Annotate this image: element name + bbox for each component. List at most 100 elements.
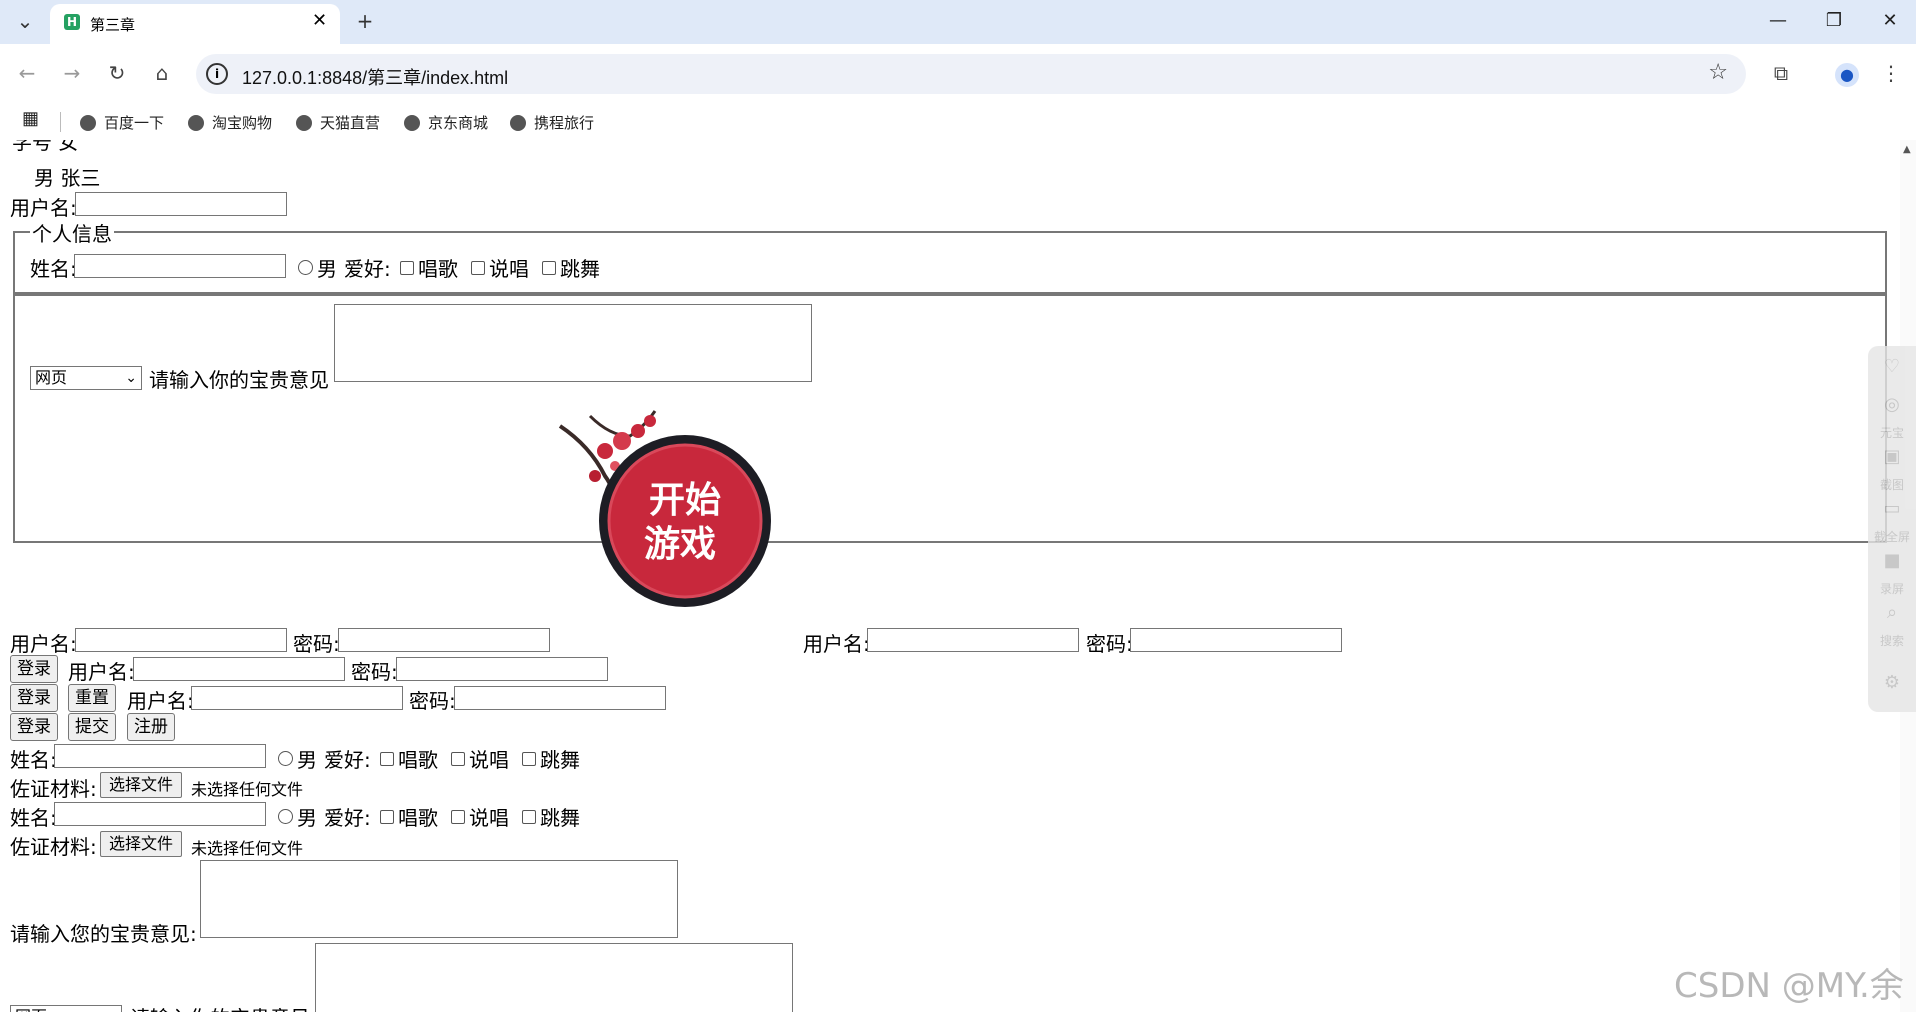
fb1-name-input[interactable]: [54, 744, 266, 768]
bookmark-tmall[interactable]: 天猫直营: [296, 112, 380, 133]
fb2-hobby-rap-checkbox[interactable]: 说唱: [451, 802, 509, 831]
register-button[interactable]: 注册: [127, 713, 175, 741]
globe-icon: [80, 115, 96, 131]
search-icon[interactable]: ⌕: [1868, 602, 1916, 623]
fb1-gender-male-radio[interactable]: 男: [278, 744, 317, 773]
back-icon[interactable]: ←: [12, 58, 42, 88]
feedback-textarea[interactable]: [334, 304, 812, 382]
feedback-fieldset: [13, 294, 1887, 543]
bookmark-taobao[interactable]: 淘宝购物: [188, 112, 272, 133]
browser-toolbar: ← → ↻ ⌂ i 127.0.0.1:8848/第三章/index.html …: [0, 44, 1916, 104]
fb2-name-input[interactable]: [54, 802, 266, 826]
login2-user-input[interactable]: [133, 657, 345, 681]
login3-user-input[interactable]: [191, 686, 403, 710]
shield-icon[interactable]: ♡: [1868, 356, 1916, 377]
fullscreen-capture-icon[interactable]: ▭: [1868, 498, 1916, 519]
hobby-sing-checkbox[interactable]: 唱歌: [400, 253, 458, 282]
new-tab-button[interactable]: +: [348, 6, 382, 36]
fb2-hobby-sing-checkbox[interactable]: 唱歌: [380, 802, 438, 831]
restore-button[interactable]: ❐: [1814, 4, 1854, 38]
url-text[interactable]: 127.0.0.1:8848/第三章/index.html: [242, 64, 508, 90]
profile-avatar[interactable]: ●: [1832, 58, 1862, 88]
start-game-image[interactable]: 开始 游戏: [550, 406, 780, 616]
fb1-hobby-label: 爱好:: [324, 748, 371, 772]
login-button[interactable]: 登录: [10, 713, 58, 741]
checkbox-icon: [451, 752, 465, 766]
globe-icon: [296, 115, 312, 131]
login3-pass-input[interactable]: [454, 686, 666, 710]
sidebar-item-fullscreen[interactable]: 截全屏: [1868, 528, 1916, 545]
apps-grid-icon[interactable]: ▦: [22, 108, 39, 129]
forward-icon[interactable]: →: [57, 58, 87, 88]
sidebar-item-record[interactable]: 录屏: [1868, 580, 1916, 597]
feedback2-textarea[interactable]: [200, 860, 678, 938]
fb1-choose-file-button[interactable]: 选择文件: [100, 772, 183, 798]
username-label: 用户名:: [10, 196, 77, 220]
globe-icon: [510, 115, 526, 131]
fb1-hobby-sing-checkbox[interactable]: 唱歌: [380, 744, 438, 773]
fb2-gender-male-radio[interactable]: 男: [278, 802, 317, 831]
gender-male-radio[interactable]: 男: [298, 253, 337, 282]
login1b-user-input[interactable]: [867, 628, 1079, 652]
active-tab[interactable]: H 第三章 ✕: [50, 4, 340, 44]
bottom-feedback-label: 请输入你的宝贵意见: [130, 1002, 310, 1012]
submit-button[interactable]: 提交: [68, 713, 116, 741]
fb2-no-file-text: 未选择任何文件: [191, 839, 304, 858]
minimize-button[interactable]: —: [1758, 4, 1798, 38]
login-button[interactable]: 登录: [10, 684, 58, 712]
feedback2-label: 请输入您的宝贵意见:: [10, 922, 197, 946]
floating-sidebar: ♡ ◎ 元宝 ▣ 截图 ▭ 截全屏 ■ 录屏 ⌕ 搜索 ⚙: [1868, 346, 1916, 712]
hobby-rap-checkbox[interactable]: 说唱: [471, 253, 529, 282]
fb2-choose-file-button[interactable]: 选择文件: [100, 831, 183, 857]
menu-icon[interactable]: ⋮: [1876, 58, 1906, 88]
reload-icon[interactable]: ↻: [102, 58, 132, 88]
feedback3-textarea[interactable]: [315, 943, 793, 1012]
login1-user-label: 用户名:: [10, 632, 77, 656]
tab-search-button[interactable]: ⌄: [8, 6, 42, 36]
game-text-line2: 游戏: [644, 523, 716, 565]
login1-pass-input[interactable]: [338, 628, 550, 652]
camera-icon[interactable]: ▣: [1868, 446, 1916, 467]
hobby-label: 爱好:: [344, 257, 391, 281]
extensions-icon[interactable]: ⧉: [1766, 58, 1796, 88]
login1b-pass-label: 密码:: [1086, 632, 1133, 656]
radio-icon: [298, 260, 313, 275]
bookmark-star-icon[interactable]: ☆: [1708, 60, 1728, 85]
reset-button[interactable]: 重置: [68, 684, 116, 712]
checkbox-icon: [522, 752, 536, 766]
personal-info-fieldset: [13, 231, 1887, 294]
hobby-dance-checkbox[interactable]: 跳舞: [542, 253, 600, 282]
fb1-hobby-rap-checkbox[interactable]: 说唱: [451, 744, 509, 773]
login1b-pass-input[interactable]: [1130, 628, 1342, 652]
fb2-hobby-dance-checkbox[interactable]: 跳舞: [522, 802, 580, 831]
address-bar[interactable]: i 127.0.0.1:8848/第三章/index.html ☆: [196, 54, 1746, 94]
feedback-label: 请输入你的宝贵意见: [149, 368, 329, 392]
sidebar-item-yuanbao[interactable]: 元宝: [1868, 424, 1916, 441]
scroll-up-icon[interactable]: ▲: [1903, 144, 1911, 155]
settings-icon[interactable]: ⚙: [1868, 672, 1916, 693]
checkbox-icon: [471, 261, 485, 275]
bookmark-baidu[interactable]: 百度一下: [80, 112, 164, 133]
game-text-line1: 开始: [649, 479, 721, 521]
name-input[interactable]: [74, 254, 286, 278]
close-window-button[interactable]: ✕: [1870, 4, 1910, 38]
chevron-down-icon: ⌄: [125, 370, 137, 386]
login-button[interactable]: 登录: [10, 655, 58, 683]
bookmark-ctrip[interactable]: 携程旅行: [510, 112, 594, 133]
video-icon[interactable]: ■: [1868, 550, 1916, 571]
bookmark-jd[interactable]: 京东商城: [404, 112, 488, 133]
sidebar-item-search[interactable]: 搜索: [1868, 632, 1916, 649]
fb1-hobby-dance-checkbox[interactable]: 跳舞: [522, 744, 580, 773]
site-info-icon[interactable]: i: [206, 63, 228, 85]
radio-icon: [278, 809, 293, 824]
login2-pass-input[interactable]: [396, 657, 608, 681]
close-tab-icon[interactable]: ✕: [312, 10, 327, 31]
sidebar-item-screenshot[interactable]: 截图: [1868, 476, 1916, 493]
home-icon[interactable]: ⌂: [147, 58, 177, 88]
bottom-select[interactable]: 网页: [10, 1005, 122, 1012]
category-select[interactable]: 网页 ⌄: [30, 366, 142, 390]
login1-user-input[interactable]: [75, 628, 287, 652]
yuanbao-icon[interactable]: ◎: [1868, 394, 1916, 415]
bookmarks-divider: [60, 112, 61, 132]
username-input[interactable]: [75, 192, 287, 216]
